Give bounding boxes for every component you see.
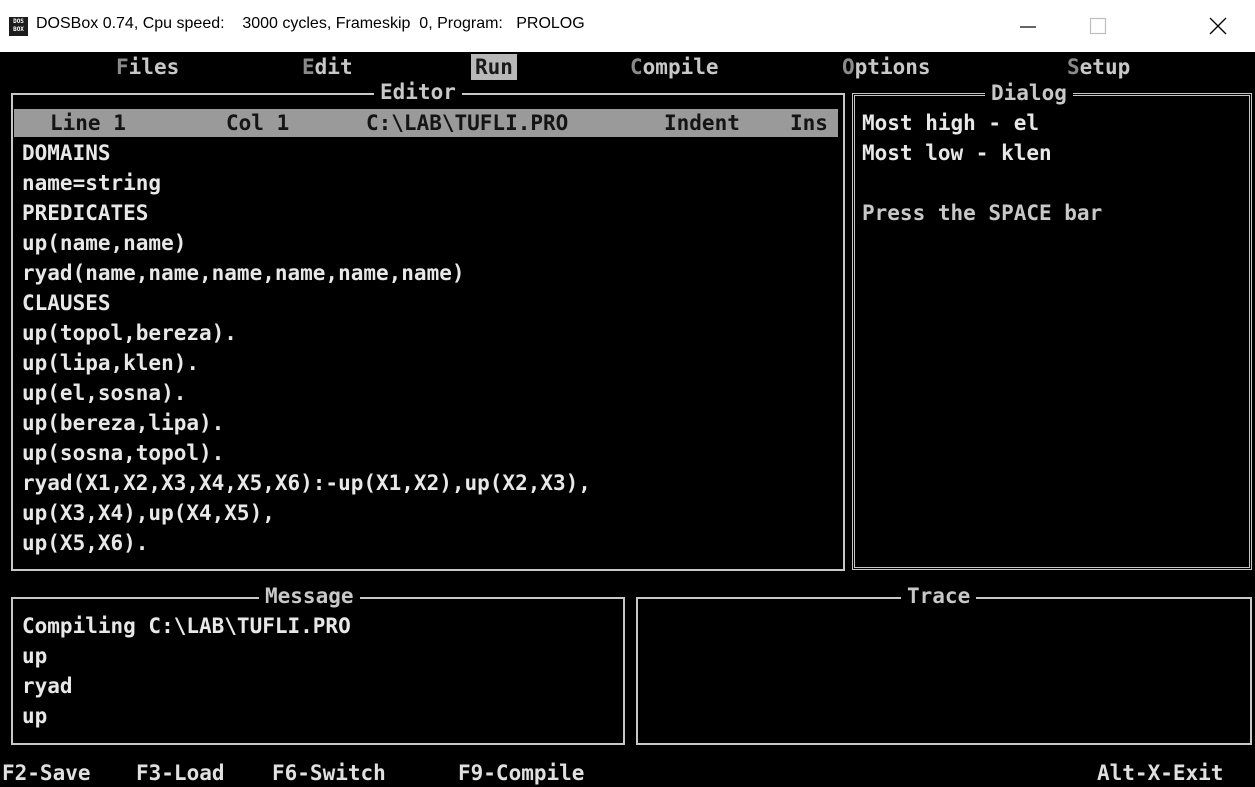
editor-line: up(el,sosna). — [22, 381, 187, 405]
editor-file-path: C:\LAB\TUFLI.PRO — [366, 111, 569, 135]
message-line: ryad — [22, 674, 73, 698]
close-icon — [1209, 17, 1227, 35]
minimize-icon — [1020, 26, 1036, 28]
editor-line: up(topol,bereza). — [22, 321, 237, 345]
message-line: Compiling C:\LAB\TUFLI.PRO — [22, 614, 351, 638]
menu-bar: Files Edit Run Compile Options Setup — [0, 52, 1255, 81]
dialog-title: Dialog — [985, 80, 1073, 106]
dosbox-app-icon: DOS BOX — [9, 17, 28, 36]
editor-indent-indicator: Indent — [664, 111, 740, 135]
f2-save-key[interactable]: F2-Save — [2, 760, 91, 787]
editor-line: up(X3,X4),up(X4,X5), — [22, 501, 275, 525]
dialog-line: Press the SPACE bar — [862, 201, 1103, 225]
message-title: Message — [259, 583, 360, 609]
editor-line: DOMAINS — [22, 141, 111, 165]
f9-compile-key[interactable]: F9-Compile — [458, 760, 584, 787]
editor-line-indicator: Line 1 — [50, 111, 126, 135]
close-button[interactable] — [1191, 0, 1245, 52]
dos-screen: Files Edit Run Compile Options Setup Edi… — [0, 52, 1255, 787]
editor-line: up(lipa,klen). — [22, 351, 200, 375]
menu-run[interactable]: Run — [471, 54, 517, 80]
f6-switch-key[interactable]: F6-Switch — [272, 760, 386, 787]
message-line: up — [22, 644, 48, 668]
dialog-text-area: Most high - el Most low - klen Press the… — [862, 109, 1242, 259]
menu-compile[interactable]: Compile — [630, 54, 719, 80]
editor-line: up(bereza,lipa). — [22, 411, 225, 435]
editor-line: ryad(X1,X2,X3,X4,X5,X6):-up(X1,X2),up(X2… — [22, 471, 591, 495]
editor-status-bar: Line 1 Col 1 C:\LAB\TUFLI.PRO Indent Ins — [14, 109, 838, 137]
window-titlebar: DOS BOX DOSBox 0.74, Cpu speed: 3000 cyc… — [0, 0, 1255, 52]
trace-panel: Trace — [636, 583, 1252, 745]
trace-title: Trace — [901, 583, 977, 609]
f3-load-key[interactable]: F3-Load — [136, 760, 225, 787]
window-title: DOSBox 0.74, Cpu speed: 3000 cycles, Fra… — [36, 15, 585, 32]
alt-x-exit-key[interactable]: Alt-X-Exit — [1097, 760, 1223, 787]
editor-line: up(name,name) — [22, 231, 187, 255]
editor-line: up(X5,X6). — [22, 531, 149, 555]
minimize-button[interactable] — [1001, 0, 1055, 52]
dialog-line: Most high - el — [862, 111, 1040, 135]
editor-col-indicator: Col 1 — [226, 111, 290, 135]
function-key-bar: F2-Save F3-Load F6-Switch F9-Compile Alt… — [0, 760, 1255, 787]
editor-line: CLAUSES — [22, 291, 111, 315]
editor-text-area[interactable]: DOMAINS name=string PREDICATES up(name,n… — [22, 139, 837, 559]
maximize-icon — [1089, 17, 1107, 35]
editor-insert-indicator: Ins — [790, 111, 828, 135]
editor-line: PREDICATES — [22, 201, 149, 225]
menu-files[interactable]: Files — [116, 54, 179, 80]
menu-options[interactable]: Options — [842, 54, 931, 80]
editor-line: name=string — [22, 171, 162, 195]
menu-setup[interactable]: Setup — [1067, 54, 1130, 80]
editor-title: Editor — [374, 79, 462, 105]
editor-line: up(sosna,topol). — [22, 441, 225, 465]
message-line: up — [22, 704, 48, 728]
dialog-line: Most low - klen — [862, 141, 1052, 165]
editor-line: ryad(name,name,name,name,name,name) — [22, 261, 465, 285]
message-text-area: Compiling C:\LAB\TUFLI.PRO up ryad up — [22, 612, 617, 737]
menu-edit[interactable]: Edit — [302, 54, 353, 80]
maximize-button[interactable] — [1071, 0, 1125, 52]
